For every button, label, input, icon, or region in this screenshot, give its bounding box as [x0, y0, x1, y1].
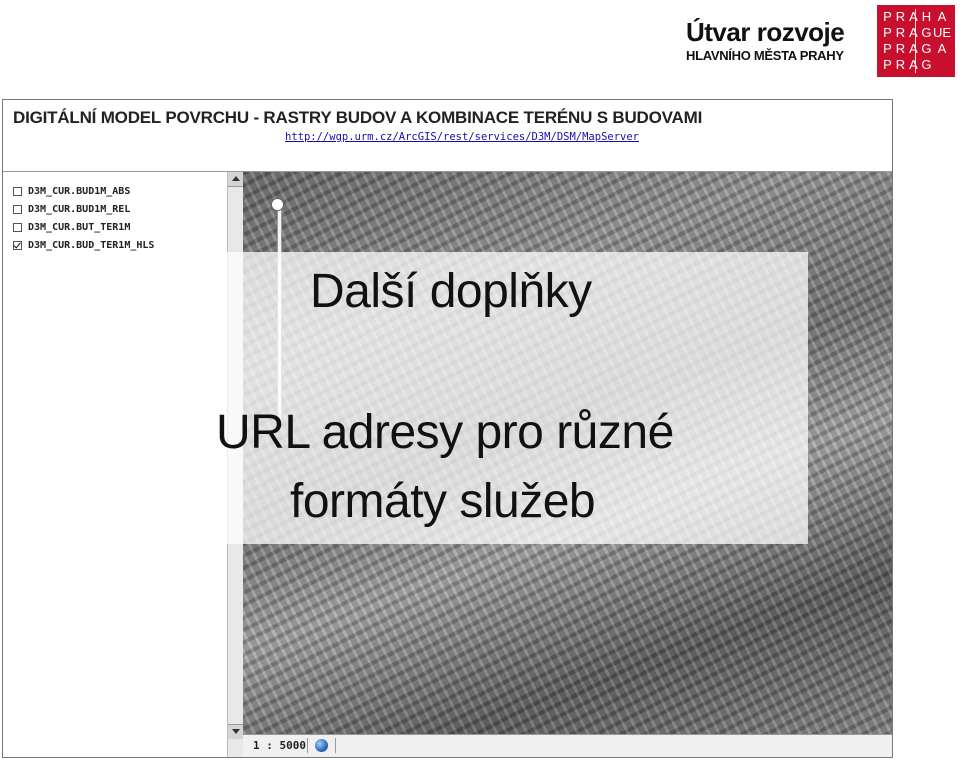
brand-title: Útvar rozvoje [686, 17, 845, 47]
viewer-header: DIGITÁLNÍ MODEL POVRCHU - RASTRY BUDOV A… [3, 100, 892, 172]
scroll-up-arrow-icon[interactable] [228, 172, 244, 187]
scale-readout: 1 : 5000 [253, 739, 306, 752]
layer-checkbox[interactable] [13, 187, 22, 196]
scroll-down-arrow-icon[interactable] [228, 724, 244, 739]
slide-text-line: URL adresy pro různé [216, 406, 674, 459]
logo-letter: R [895, 57, 906, 72]
layer-checkbox[interactable] [13, 205, 22, 214]
layer-label: D3M_CUR.BUD1M_ABS [28, 186, 131, 197]
status-divider [307, 738, 308, 753]
logo-letter: A [937, 41, 947, 56]
layer-item[interactable]: D3M_CUR.BUT_TER1M [13, 222, 130, 233]
logo-letter: G [921, 25, 932, 40]
logo-letter: P [883, 25, 892, 40]
brand-subtitle: HLAVNÍHO MĚSTA PRAHY [686, 48, 844, 63]
service-url-link[interactable]: http://wgp.urm.cz/ArcGIS/rest/services/D… [285, 131, 639, 143]
logo-letter: R [895, 41, 906, 56]
logo-letter: R [895, 9, 906, 24]
slide-heading: Další doplňky [310, 265, 592, 318]
logo-letter: A [937, 9, 947, 24]
brand-block: Útvar rozvoje HLAVNÍHO MĚSTA PRAHY [686, 17, 845, 63]
logo-letter: G [921, 57, 932, 72]
globe-icon[interactable] [315, 739, 328, 752]
logo-letter: G [921, 41, 932, 56]
map-statusbar: 1 : 5000 [243, 734, 892, 757]
logo-letter [933, 57, 951, 73]
layer-item[interactable]: D3M_CUR.BUD_TER1M_HLS [13, 240, 154, 251]
layer-label: D3M_CUR.BUT_TER1M [28, 222, 131, 233]
logo-letter: P [883, 9, 892, 24]
logo-letter: A [909, 25, 918, 40]
slide-text-line: formáty služeb [290, 475, 596, 528]
logo-letter: A [909, 57, 918, 72]
viewer-title: DIGITÁLNÍ MODEL POVRCHU - RASTRY BUDOV A… [13, 108, 703, 127]
layer-label: D3M_CUR.BUD1M_REL [28, 204, 131, 215]
layer-item[interactable]: D3M_CUR.BUD1M_REL [13, 204, 130, 215]
layer-item[interactable]: D3M_CUR.BUD1M_ABS [13, 186, 130, 197]
status-divider [335, 738, 336, 753]
logo-letter: A [909, 41, 918, 56]
layer-checkbox-checked[interactable] [13, 241, 22, 250]
zoom-slider-handle[interactable] [271, 198, 284, 211]
logo-letter: A [909, 9, 918, 24]
logo-letter: P [883, 57, 892, 72]
layer-checkbox[interactable] [13, 223, 22, 232]
logo-grid: P R A H A P R A G UE P R A G A P R A G [881, 9, 951, 73]
logo-letter: UE [932, 25, 951, 40]
slide-overlay: Další doplňky URL adresy pro různé formá… [124, 252, 808, 544]
praha-logo: P R A H A P R A G UE P R A G A P R A G [877, 5, 955, 77]
layer-label: D3M_CUR.BUD_TER1M_HLS [28, 240, 155, 251]
logo-letter: H [921, 9, 932, 24]
logo-letter: R [895, 25, 906, 40]
logo-letter: P [883, 41, 892, 56]
